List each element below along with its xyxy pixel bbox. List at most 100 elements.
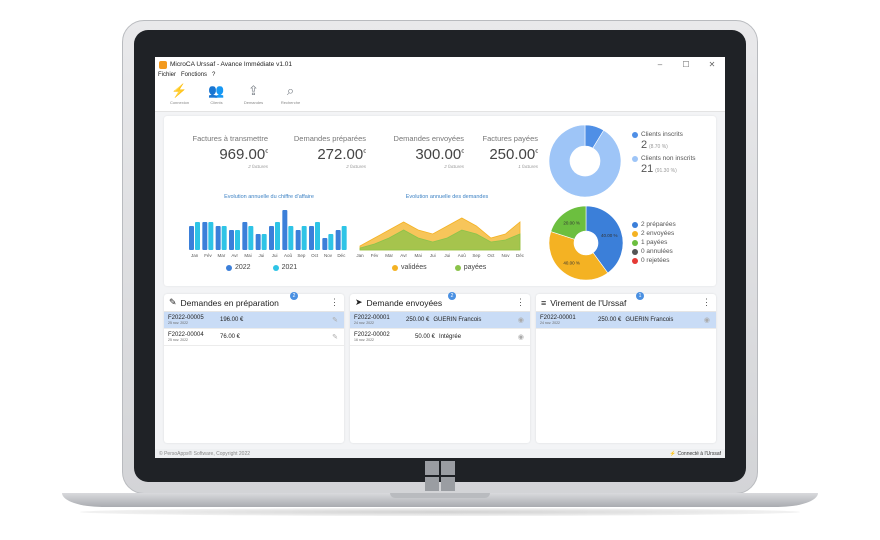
legend-2021: 2021	[281, 264, 298, 271]
title-bar: MicroCA Urssaf - Avance Immédiate v1.01 …	[155, 57, 725, 72]
slice-label: 40.00 %	[601, 233, 618, 238]
panel-title: Demandes en préparation	[180, 297, 279, 308]
row-client: GUERIN Francois	[433, 317, 482, 323]
edit-icon[interactable]: ✎	[332, 316, 338, 324]
clients-non-pct: (91.30 %)	[655, 168, 677, 174]
x-tick-label: Jan	[356, 253, 364, 258]
demandes-button[interactable]: ⇪ Demandes	[235, 81, 272, 105]
demandes-donut-chart: 40.00 % 40.00 % 20.00 %	[549, 206, 623, 280]
edit-icon[interactable]: ✎	[332, 333, 338, 341]
bar-2021-9	[315, 222, 320, 250]
bar-2022-2	[215, 226, 221, 250]
clients-button[interactable]: 👥 Clients	[198, 81, 235, 105]
bar-2022-11	[335, 230, 341, 250]
row-date: 25 nov. 2022	[168, 321, 188, 325]
menu-fichier[interactable]: Fichier	[158, 72, 176, 81]
legend-payees-status: 1 payées	[641, 239, 668, 246]
close-icon[interactable]: ✕	[699, 60, 725, 69]
table-row[interactable]: F2022-00001 24 nov. 2022 250.00 € GUERIN …	[536, 312, 716, 329]
legend-dot-rejetees	[632, 257, 638, 264]
bar-2021-7	[288, 226, 294, 250]
window-title: MicroCA Urssaf - Avance Immédiate v1.01	[170, 61, 292, 68]
kebab-menu-icon[interactable]: ⋮	[516, 297, 525, 308]
clients-inscrits-label: Clients inscrits	[641, 131, 683, 138]
minimize-icon[interactable]: –	[647, 60, 673, 69]
x-tick-label: Mai	[244, 253, 251, 258]
x-tick-label: Fév	[204, 253, 212, 258]
bar-2021-1	[208, 222, 214, 250]
stat-demandes-preparees: Demandes préparées 272.00€ 2 factures	[274, 134, 366, 169]
slice-label: 20.00 %	[563, 221, 580, 226]
kebab-menu-icon[interactable]: ⋮	[702, 297, 711, 308]
connection-status: ⚡ Connecté à l'Urssaf	[670, 451, 721, 457]
table-row[interactable]: F2022-00005 25 nov. 2022 196.00 € ✎	[164, 312, 344, 329]
stat-sub: 2 factures	[248, 164, 268, 169]
legend-dot-annulees	[632, 248, 638, 255]
legend-payees: payées	[463, 264, 487, 271]
row-date: 24 nov. 2022	[354, 321, 374, 325]
panel-envoyees: ➤ Demande envoyées 2 ⋮ F2022-00001 24 nov…	[350, 292, 530, 443]
stat-sub: 2 factures	[346, 164, 366, 169]
maximize-icon[interactable]: ☐	[673, 60, 699, 69]
bar-2022-6	[269, 226, 274, 250]
eye-icon[interactable]: ◉	[704, 316, 710, 324]
menu-fonctions[interactable]: Fonctions	[181, 72, 207, 81]
x-tick-label: Déc	[516, 253, 525, 258]
ca-legend: 2022 2021	[226, 264, 297, 271]
legend-dot-validees	[392, 264, 398, 271]
eye-icon[interactable]: ◉	[518, 316, 524, 324]
legend-preparees: 2 préparées	[641, 221, 676, 228]
row-date: 24 nov. 2022	[540, 321, 560, 325]
bar-2022-4	[242, 222, 248, 250]
legend-2022: 2022	[235, 264, 251, 271]
send-icon: ➤	[355, 297, 363, 307]
table-row[interactable]: F2022-00002 16 nov. 2022 50.00 € Intégrée…	[350, 329, 530, 346]
panel-preparation: ✎ Demandes en préparation 2 ⋮ F2022-0000…	[164, 292, 344, 443]
stat-factures-payees: Factures payées 250.00€ 1 factures	[446, 134, 538, 169]
table-row[interactable]: F2022-00001 24 nov. 2022 250.00 € GUERIN …	[350, 312, 530, 329]
table-row[interactable]: F2022-00004 25 nov. 2022 76.00 € ✎	[164, 329, 344, 346]
plug-status-icon: ⚡	[669, 450, 677, 457]
stat-value: 969.00	[219, 146, 266, 163]
eye-icon[interactable]: ◉	[518, 333, 524, 341]
plug-icon: ⚡	[171, 83, 188, 98]
legend-annulees: 0 annulées	[641, 248, 673, 255]
stat-value: 272.00	[317, 146, 364, 163]
bar-2021-8	[301, 226, 307, 250]
ca-bar-chart: Jan Fév Mar Avr Mai Jui Jui Aoû Sep Oct Nov Déc	[189, 210, 347, 258]
clients-legend: Clients inscrits 2 (8.70 %) Clients non …	[632, 130, 696, 175]
menu-help[interactable]: ?	[212, 72, 215, 81]
demandes-chart-title: Evolution annuelle des demandes	[405, 194, 489, 200]
x-tick-label: Jui	[444, 253, 450, 258]
laptop-shadow	[80, 508, 800, 516]
copyright-text: © PersoApps® Software, Copyright 2022	[159, 450, 251, 457]
bar-2021-6	[275, 222, 280, 250]
bar-2021-0	[195, 222, 200, 250]
legend-envoyees: 2 envoyées	[641, 230, 675, 237]
x-tick-label: Oct	[487, 253, 495, 258]
row-date: 25 nov. 2022	[168, 338, 188, 342]
x-tick-label: Déc	[337, 253, 346, 258]
connexion-label: Connexion	[169, 100, 190, 105]
kebab-menu-icon[interactable]: ⋮	[330, 297, 339, 308]
bar-2021-2	[221, 226, 227, 250]
app-logo-icon	[159, 60, 167, 69]
legend-dot-payees-status	[632, 239, 638, 246]
legend-dot-non-inscrits	[632, 155, 638, 162]
x-tick-label: Avr	[400, 253, 407, 258]
bar-2022-8	[295, 230, 301, 250]
laptop-notch	[390, 493, 490, 498]
x-tick-label: Jan	[191, 253, 199, 258]
row-client: GUERIN Francois	[625, 317, 674, 323]
menu-bar: Fichier Fonctions ?	[155, 72, 725, 81]
panel-title: Demande envoyées	[366, 297, 443, 308]
demandes-status-legend: 2 préparées 2 envoyées 1 payées 0 annulé…	[632, 220, 676, 265]
recherche-button[interactable]: ⌕ Recherche	[272, 81, 309, 105]
clients-non-label: Clients non inscrits	[641, 155, 696, 162]
demandes-legend: validées payées	[392, 264, 486, 271]
x-tick-label: Mar	[217, 253, 225, 258]
x-tick-label: Aoû	[458, 253, 467, 258]
upload-icon: ⇪	[248, 83, 259, 98]
bar-2021-3	[235, 230, 240, 250]
connexion-button[interactable]: ⚡ Connexion	[161, 81, 198, 105]
